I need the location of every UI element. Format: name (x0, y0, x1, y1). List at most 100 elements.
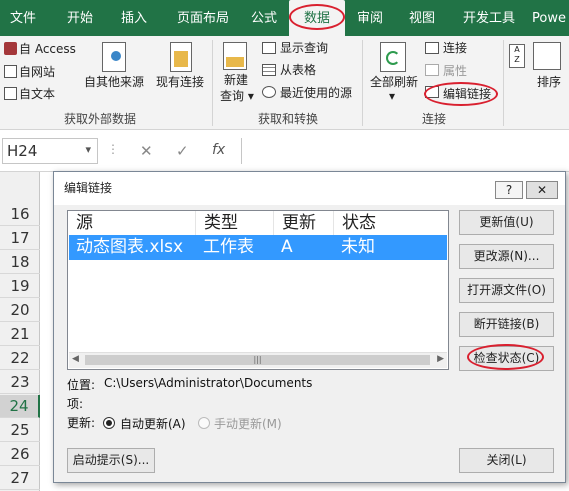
text-file-icon (4, 87, 17, 100)
sort-button[interactable]: 排序 (537, 74, 561, 90)
links-list[interactable]: 源 类型 更新 状态 动态图表.xlsx 工作表 A 未知 ◀ ||| ▶ (67, 210, 449, 370)
auto-update-label[interactable]: 自动更新(A) (120, 415, 186, 432)
row-header[interactable]: 23 (0, 371, 40, 394)
ribbon-data: 自 Access 自网站 自文本 自其他来源 现有连接 获取外部数据 新建 查询… (0, 36, 569, 130)
scrollbar-thumb[interactable]: ||| (85, 355, 430, 365)
other-sources-icon (102, 42, 126, 72)
tab-file[interactable]: 文件 (0, 0, 46, 36)
connections-button[interactable]: 连接 (443, 40, 467, 56)
row-header-selected[interactable]: 24 (0, 395, 40, 418)
from-text-button[interactable]: 自文本 (19, 86, 55, 102)
row-header[interactable]: 25 (0, 419, 40, 442)
edit-links-dialog: 编辑链接 ? ✕ 源 类型 更新 状态 动态图表.xlsx 工作表 A 未知 ◀… (53, 171, 566, 483)
row-header[interactable]: 16 (0, 203, 40, 226)
insert-function-icon[interactable]: fx (212, 142, 225, 158)
check-status-button[interactable]: 检查状态(C) (459, 346, 554, 371)
dialog-title: 编辑链接 (64, 181, 113, 195)
dialog-title-bar[interactable]: 编辑链接 (54, 172, 565, 205)
from-access-button[interactable]: 自 Access (19, 41, 76, 57)
properties-icon (425, 64, 439, 76)
new-query-line1[interactable]: 新建 (224, 72, 248, 88)
column-header-source[interactable]: 源 (68, 211, 196, 235)
access-icon (4, 42, 17, 55)
help-button[interactable]: ? (495, 181, 523, 199)
row-header[interactable]: 20 (0, 299, 40, 322)
tab-data[interactable]: 数据 (289, 0, 345, 36)
edit-links-icon (425, 86, 439, 98)
link-type: 工作表 (203, 237, 254, 257)
location-value: C:\Users\Administrator\Documents (104, 376, 313, 390)
open-source-button[interactable]: 打开源文件(O) (459, 278, 554, 303)
tab-home[interactable]: 开始 (56, 0, 104, 36)
name-box-value: H24 (7, 142, 38, 160)
group-label-external-data: 获取外部数据 (64, 112, 137, 126)
startup-prompt-button[interactable]: 启动提示(S)... (67, 448, 155, 473)
tab-developer[interactable]: 开发工具 (455, 0, 523, 36)
existing-connections-button[interactable]: 现有连接 (156, 74, 204, 90)
manual-update-label[interactable]: 手动更新(M) (214, 415, 282, 432)
refresh-all-icon (380, 42, 406, 72)
tab-insert[interactable]: 插入 (110, 0, 158, 36)
sort-icon (533, 42, 561, 70)
scroll-right-icon[interactable]: ▶ (437, 354, 444, 364)
drag-handle[interactable]: ⋮ (107, 142, 119, 156)
recent-sources-button[interactable]: 最近使用的源 (280, 85, 352, 101)
list-item[interactable]: 动态图表.xlsx 工作表 A 未知 (69, 235, 447, 260)
close-button[interactable]: 关闭(L) (459, 448, 554, 473)
row-header[interactable]: 27 (0, 467, 40, 490)
connections-icon (425, 42, 439, 54)
edit-links-button[interactable]: 编辑链接 (443, 86, 491, 102)
column-header-type[interactable]: 类型 (196, 211, 274, 235)
cancel-icon[interactable]: ✕ (140, 142, 153, 160)
table-icon (262, 64, 276, 76)
web-icon (4, 65, 17, 78)
tab-power[interactable]: Powe (532, 0, 569, 36)
horizontal-scrollbar[interactable]: ◀ ||| ▶ (69, 352, 447, 368)
tab-view[interactable]: 视图 (400, 0, 444, 36)
new-query-button[interactable]: 查询 ▾ (220, 88, 254, 104)
chevron-down-icon: ▾ (85, 143, 91, 156)
link-status: 未知 (341, 237, 375, 257)
item-label: 项: (67, 397, 84, 411)
group-separator (503, 40, 504, 126)
column-header-update[interactable]: 更新 (274, 211, 334, 235)
scroll-left-icon[interactable]: ◀ (72, 354, 79, 364)
existing-connections-icon (170, 42, 192, 72)
chevron-down-icon: ▾ (389, 89, 396, 103)
from-table-button[interactable]: 从表格 (280, 62, 316, 78)
group-separator (212, 40, 213, 126)
other-sources-button[interactable]: 自其他来源 (84, 74, 144, 90)
recent-sources-icon (262, 86, 276, 98)
row-header[interactable]: 19 (0, 275, 40, 298)
name-box[interactable]: H24 ▾ (2, 138, 98, 164)
sort-az-icon[interactable]: AZ (509, 44, 525, 68)
auto-update-radio[interactable] (103, 417, 115, 429)
formula-input[interactable] (241, 138, 569, 164)
column-header-status[interactable]: 状态 (334, 211, 448, 235)
change-source-button[interactable]: 更改源(N)... (459, 244, 554, 269)
new-query-icon (223, 42, 247, 70)
group-label-get-transform: 获取和转换 (258, 112, 319, 126)
close-icon[interactable]: ✕ (526, 181, 558, 199)
from-web-button[interactable]: 自网站 (19, 64, 55, 80)
enter-icon[interactable]: ✓ (176, 142, 189, 160)
formula-bar: H24 ▾ ⋮ ✕ ✓ fx (0, 130, 569, 172)
row-header[interactable]: 22 (0, 347, 40, 370)
ribbon-tab-bar: 文件 开始 插入 页面布局 公式 数据 审阅 视图 开发工具 Powe (0, 0, 569, 36)
tab-review[interactable]: 审阅 (348, 0, 392, 36)
tab-page-layout[interactable]: 页面布局 (165, 0, 241, 36)
tab-formulas[interactable]: 公式 (244, 0, 284, 36)
show-queries-icon (262, 42, 276, 54)
show-queries-button[interactable]: 显示查询 (280, 40, 328, 56)
properties-button[interactable]: 属性 (443, 63, 467, 79)
row-headers: 16 17 18 19 20 21 22 23 24 25 26 27 (0, 172, 40, 491)
row-header[interactable]: 18 (0, 251, 40, 274)
update-values-button[interactable]: 更新值(U) (459, 210, 554, 235)
break-link-button[interactable]: 断开链接(B) (459, 312, 554, 337)
row-header[interactable]: 17 (0, 227, 40, 250)
row-header[interactable]: 21 (0, 323, 40, 346)
link-update: A (281, 237, 293, 257)
manual-update-radio[interactable] (198, 417, 210, 429)
row-header[interactable]: 26 (0, 443, 40, 466)
chevron-down-icon: ▾ (244, 89, 254, 103)
